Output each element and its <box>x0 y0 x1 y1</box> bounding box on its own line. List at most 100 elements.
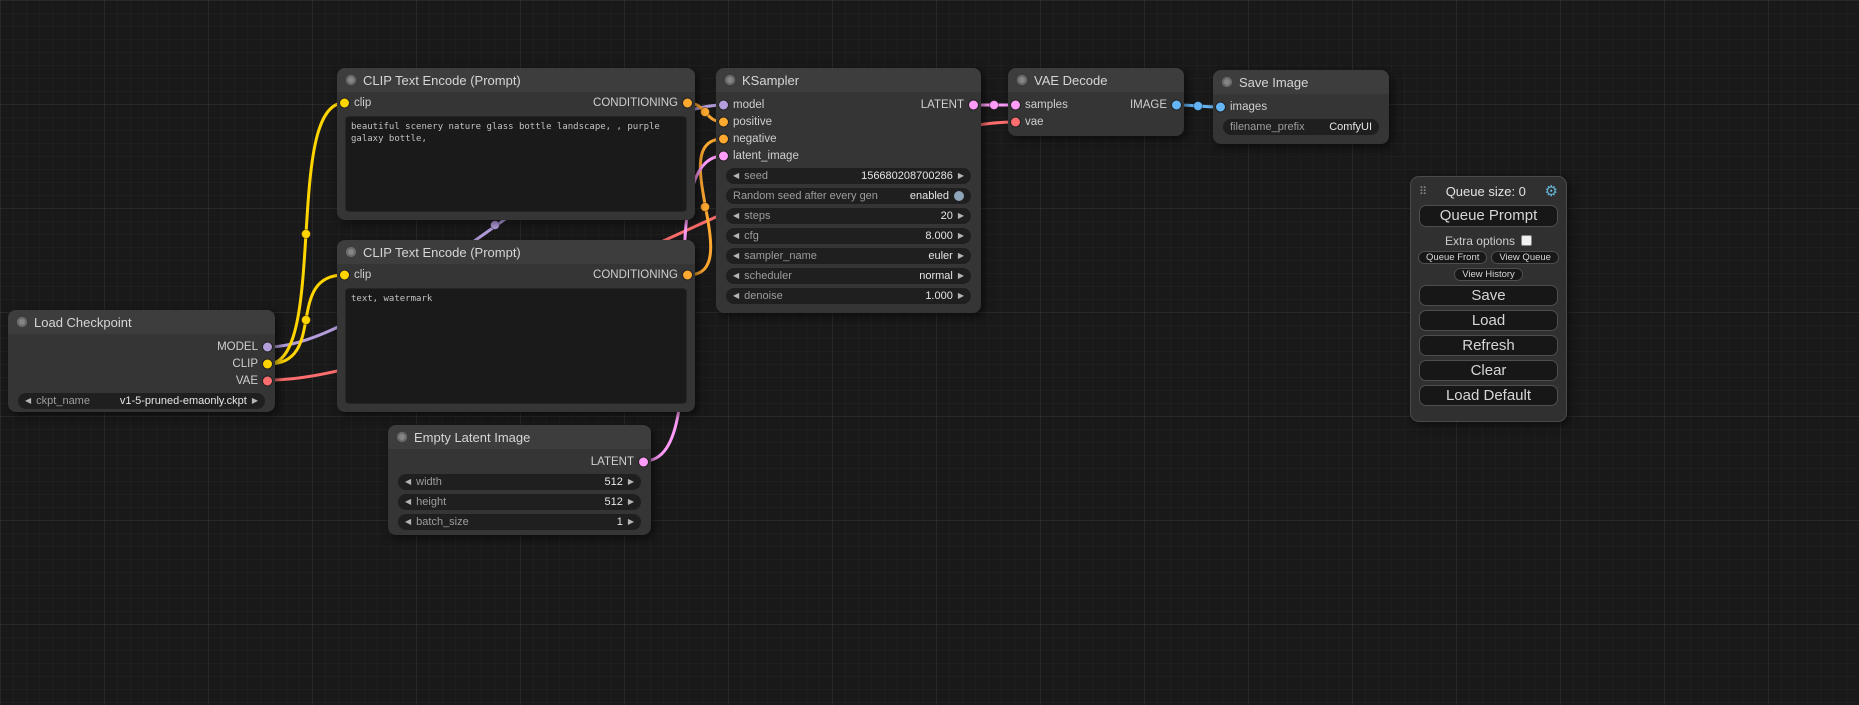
input-slot-clip[interactable] <box>340 99 349 108</box>
collapse-toggle-icon[interactable] <box>397 432 407 442</box>
collapse-toggle-icon[interactable] <box>346 247 356 257</box>
node-vae-decode[interactable]: VAE Decode samples IMAGE vae <box>1008 68 1184 136</box>
node-clip-text-encode-positive[interactable]: CLIP Text Encode (Prompt) clip CONDITION… <box>337 68 695 220</box>
view-history-button[interactable]: View History <box>1454 268 1523 281</box>
load-button[interactable]: Load <box>1419 310 1558 331</box>
increment-arrow-icon[interactable]: ▶ <box>958 208 964 224</box>
save-button[interactable]: Save <box>1419 285 1558 306</box>
queue-front-button[interactable]: Queue Front <box>1418 251 1487 264</box>
widget-height[interactable]: ◀ height 512 ▶ <box>398 494 641 510</box>
link-clip-negative <box>268 275 344 364</box>
output-slot-image[interactable] <box>1172 100 1181 109</box>
increment-arrow-icon[interactable]: ▶ <box>252 393 258 409</box>
node-header[interactable]: Empty Latent Image <box>388 425 651 449</box>
toggle-knob-icon[interactable] <box>954 191 964 201</box>
output-slot-latent[interactable] <box>969 100 978 109</box>
input-slot-images[interactable] <box>1216 102 1225 111</box>
collapse-toggle-icon[interactable] <box>1017 75 1027 85</box>
settings-gear-icon[interactable]: ⚙ <box>1545 184 1558 199</box>
node-header[interactable]: KSampler <box>716 68 981 92</box>
widget-denoise[interactable]: ◀ denoise 1.000 ▶ <box>726 288 971 304</box>
decrement-arrow-icon[interactable]: ◀ <box>405 494 411 510</box>
slot-label: model <box>733 99 764 111</box>
node-empty-latent-image[interactable]: Empty Latent Image LATENT ◀ width 512 ▶ … <box>388 425 651 535</box>
widget-label: ckpt_name <box>36 395 90 407</box>
graph-canvas[interactable]: { "icons": { "left_arrow": "◀", "right_a… <box>0 0 1859 705</box>
increment-arrow-icon[interactable]: ▶ <box>958 248 964 264</box>
output-slot-vae[interactable] <box>263 376 272 385</box>
decrement-arrow-icon[interactable]: ◀ <box>733 288 739 304</box>
slot-row: vae <box>1008 113 1184 130</box>
widget-ckpt-name[interactable]: ◀ ckpt_name v1-5-pruned-emaonly.ckpt ▶ <box>18 393 265 409</box>
input-slot-clip[interactable] <box>340 271 349 280</box>
widget-batch-size[interactable]: ◀ batch_size 1 ▶ <box>398 514 641 530</box>
collapse-toggle-icon[interactable] <box>17 317 27 327</box>
widget-scheduler[interactable]: ◀ scheduler normal ▶ <box>726 268 971 284</box>
collapse-toggle-icon[interactable] <box>725 75 735 85</box>
slot-label: vae <box>1025 116 1044 128</box>
node-save-image[interactable]: Save Image images filename_prefix ComfyU… <box>1213 70 1389 144</box>
output-slot-clip[interactable] <box>263 359 272 368</box>
increment-arrow-icon[interactable]: ▶ <box>958 288 964 304</box>
widget-control-after-generate[interactable]: Random seed after every gen enabled <box>726 188 971 204</box>
output-slot-model[interactable] <box>263 342 272 351</box>
widget-label: cfg <box>744 230 759 242</box>
clear-button[interactable]: Clear <box>1419 360 1558 381</box>
queue-prompt-button[interactable]: Queue Prompt <box>1419 205 1558 227</box>
extra-options-checkbox[interactable] <box>1521 235 1532 246</box>
increment-arrow-icon[interactable]: ▶ <box>628 494 634 510</box>
node-header[interactable]: VAE Decode <box>1008 68 1184 92</box>
node-header[interactable]: Save Image <box>1213 70 1389 94</box>
increment-arrow-icon[interactable]: ▶ <box>958 168 964 184</box>
widget-width[interactable]: ◀ width 512 ▶ <box>398 474 641 490</box>
collapse-toggle-icon[interactable] <box>346 75 356 85</box>
input-slot-model[interactable] <box>719 100 728 109</box>
decrement-arrow-icon[interactable]: ◀ <box>733 168 739 184</box>
widget-steps[interactable]: ◀ steps 20 ▶ <box>726 208 971 224</box>
widget-seed[interactable]: ◀ seed 156680208700286 ▶ <box>726 168 971 184</box>
widget-value: v1-5-pruned-emaonly.ckpt <box>120 395 247 407</box>
input-slot-vae[interactable] <box>1011 117 1020 126</box>
prompt-textarea[interactable]: text, watermark <box>345 288 687 404</box>
increment-arrow-icon[interactable]: ▶ <box>958 268 964 284</box>
input-slot-latent-image[interactable] <box>719 151 728 160</box>
node-header[interactable]: Load Checkpoint <box>8 310 275 334</box>
node-header[interactable]: CLIP Text Encode (Prompt) <box>337 68 695 92</box>
decrement-arrow-icon[interactable]: ◀ <box>733 228 739 244</box>
input-slot-negative[interactable] <box>719 134 728 143</box>
output-slot-conditioning[interactable] <box>683 99 692 108</box>
collapse-toggle-icon[interactable] <box>1222 77 1232 87</box>
node-ksampler[interactable]: KSampler model LATENT positive negative … <box>716 68 981 313</box>
node-header[interactable]: CLIP Text Encode (Prompt) <box>337 240 695 264</box>
increment-arrow-icon[interactable]: ▶ <box>628 514 634 530</box>
refresh-button[interactable]: Refresh <box>1419 335 1558 356</box>
load-default-button[interactable]: Load Default <box>1419 385 1558 406</box>
node-title: Save Image <box>1239 75 1308 90</box>
decrement-arrow-icon[interactable]: ◀ <box>405 474 411 490</box>
decrement-arrow-icon[interactable]: ◀ <box>733 208 739 224</box>
increment-arrow-icon[interactable]: ▶ <box>628 474 634 490</box>
increment-arrow-icon[interactable]: ▶ <box>958 228 964 244</box>
decrement-arrow-icon[interactable]: ◀ <box>405 514 411 530</box>
prompt-textarea[interactable]: beautiful scenery nature glass bottle la… <box>345 116 687 212</box>
widget-filename-prefix[interactable]: filename_prefix ComfyUI <box>1223 119 1379 135</box>
slot-row: CLIP <box>8 355 275 372</box>
widget-value: 156680208700286 <box>861 170 953 182</box>
node-load-checkpoint[interactable]: Load Checkpoint MODEL CLIP VAE ◀ ckpt_na… <box>8 310 275 412</box>
view-queue-button[interactable]: View Queue <box>1491 251 1559 264</box>
input-slot-samples[interactable] <box>1011 100 1020 109</box>
widget-sampler-name[interactable]: ◀ sampler_name euler ▶ <box>726 248 971 264</box>
extra-options-row: Extra options <box>1411 234 1566 247</box>
drag-handle-icon[interactable]: ⠿ <box>1419 185 1427 198</box>
node-title: CLIP Text Encode (Prompt) <box>363 245 521 260</box>
decrement-arrow-icon[interactable]: ◀ <box>733 248 739 264</box>
output-slot-latent[interactable] <box>639 457 648 466</box>
widget-label: steps <box>744 210 770 222</box>
widget-cfg[interactable]: ◀ cfg 8.000 ▶ <box>726 228 971 244</box>
decrement-arrow-icon[interactable]: ◀ <box>733 268 739 284</box>
decrement-arrow-icon[interactable]: ◀ <box>25 393 31 409</box>
node-clip-text-encode-negative[interactable]: CLIP Text Encode (Prompt) clip CONDITION… <box>337 240 695 412</box>
output-slot-conditioning[interactable] <box>683 271 692 280</box>
slot-label: latent_image <box>733 150 799 162</box>
input-slot-positive[interactable] <box>719 117 728 126</box>
